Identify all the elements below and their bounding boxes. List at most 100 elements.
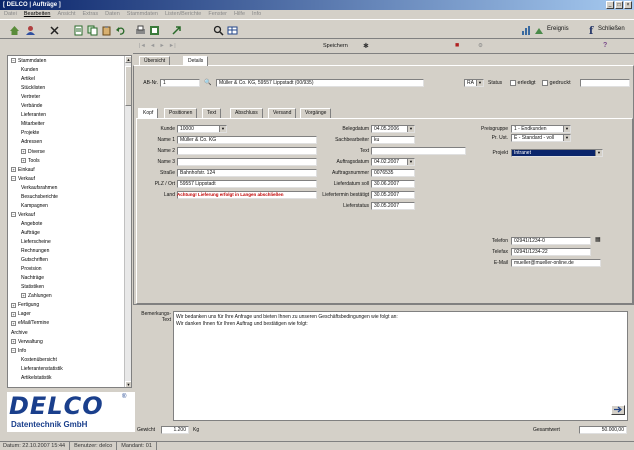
sidebar-item[interactable]: Lieferscheine [21,239,51,245]
sidebar-scrollbar[interactable]: ▲ ▼ [124,56,131,387]
menu-item[interactable]: Ansicht [57,10,75,19]
minimize-button[interactable]: _ [606,1,614,9]
sidebar-item[interactable]: + Zahlungen [21,293,52,299]
tools-icon[interactable]: ⚙ [478,43,483,49]
order-4-field[interactable]: 0076535 [371,169,415,177]
save-label[interactable]: Speichern [323,43,348,49]
sidebar-item[interactable]: + Fertigung [11,302,39,308]
tab-form[interactable]: Text [202,108,222,118]
customer-summary-field[interactable]: Müller & Co. KG, 59557 Lippstadt (00/935… [216,79,424,87]
menu-item[interactable]: Listen/Berichte [165,10,201,19]
order-6-field[interactable]: 30.05.2007 [371,191,415,199]
order-1-field[interactable]: ku [371,136,415,144]
erledigt-box[interactable] [510,79,516,86]
tab-details[interactable]: Details [183,56,209,66]
prev-record-icon[interactable]: ◄ [150,43,155,49]
weight-field[interactable]: 1.200 [161,426,189,434]
lookup-icon[interactable]: 🔍 [204,79,211,86]
sidebar-item[interactable]: + Diverse [21,149,45,155]
last-record-icon[interactable]: ►| [169,43,176,49]
sidebar-item[interactable]: + Lager [11,311,31,317]
gedruckt-checkbox[interactable]: gedruckt [542,79,571,87]
address-0-field[interactable]: 10000 ▼ [177,125,227,133]
preview-icon[interactable] [148,24,160,36]
sidebar-item[interactable]: − Verkauf [11,212,35,218]
pricing-0-field[interactable]: 1 - Endkunden ▼ [511,125,571,133]
paste-icon[interactable] [100,24,112,36]
collapse-icon[interactable]: − [11,347,16,353]
sidebar-item[interactable]: Provision [21,266,42,272]
contact-0-field[interactable]: 02941/1234-0 [511,237,591,245]
copy-icon[interactable] [86,24,98,36]
sidebar-item[interactable]: − Info [11,348,26,354]
close-button[interactable]: × [624,1,632,9]
home-icon[interactable] [8,24,20,36]
pricing-2-field[interactable]: Intranet ▼ [511,149,603,157]
sidebar-item[interactable]: + Einkauf [11,167,35,173]
sidebar-item[interactable]: Verkaufsrahmen [21,185,57,191]
sidebar-item[interactable]: Aufträge [21,230,40,236]
scroll-thumb[interactable] [125,66,131,106]
sidebar-item[interactable]: Lieferantenstatistik [21,366,63,372]
expand-icon[interactable]: + [11,302,16,308]
chevron-down-icon[interactable]: ▼ [407,159,414,165]
order-2-field[interactable] [371,147,466,155]
sidebar-item[interactable]: Kostenübersicht [21,357,57,363]
chevron-down-icon[interactable]: ▼ [476,80,483,86]
sidebar-item[interactable]: Stücklisten [21,85,45,91]
menu-item[interactable]: Datei [4,10,17,19]
chevron-down-icon[interactable]: ▼ [563,135,570,141]
erledigt-checkbox[interactable]: erledigt [510,79,536,87]
sidebar-item[interactable]: Rechnungen [21,248,49,254]
sidebar-item[interactable]: Kampagnen [21,203,48,209]
sidebar-item[interactable]: Kunden [21,67,38,73]
contact-2-field[interactable]: mueller@mueller-online.de [511,259,601,267]
sidebar-item[interactable]: Vertreter [21,94,40,100]
sidebar-item[interactable]: Verbände [21,103,42,109]
contact-1-field[interactable]: 02941/1234-22 [511,248,591,256]
menu-item[interactable]: Fenster [208,10,227,19]
sidebar-item[interactable]: Nachträge [21,275,44,281]
help-question-icon[interactable]: ? [603,42,607,49]
menu-item[interactable]: Stammdaten [127,10,158,19]
scroll-down-icon[interactable]: ▼ [125,381,131,387]
collapse-icon[interactable]: − [11,58,16,64]
sidebar-item[interactable]: Gutschriften [21,257,48,263]
next-arrow-button[interactable] [611,405,625,415]
order-0-field[interactable]: 04.05.2006 ▼ [371,125,415,133]
document-icon[interactable] [72,24,84,36]
expand-icon[interactable]: + [11,338,16,344]
expand-icon[interactable]: + [11,320,16,326]
address-3-field[interactable] [177,158,317,166]
maximize-button[interactable]: □ [615,1,623,9]
delete-icon[interactable]: ■ [455,42,459,49]
next-record-icon[interactable]: ► [159,43,164,49]
address-4-field[interactable]: Bahnhofstr. 124 [177,169,317,177]
sidebar-item[interactable]: Besuchsberichte [21,194,58,200]
menu-item[interactable]: Hilfe [234,10,245,19]
sidebar-item[interactable]: Mitarbeiter [21,121,45,127]
cut-icon[interactable] [48,24,60,36]
print-icon[interactable] [134,24,146,36]
sidebar-item[interactable]: − Verkauf [11,176,35,182]
notes-textarea[interactable]: Wir bedanken uns für Ihre Anfrage und bi… [173,311,628,421]
sidebar-item[interactable]: Statistiken [21,284,44,290]
chevron-down-icon[interactable]: ▼ [219,126,226,132]
chevron-down-icon[interactable]: ▼ [563,126,570,132]
expand-icon[interactable]: + [11,311,16,317]
gedruckt-box[interactable] [542,79,548,86]
sidebar-item[interactable]: + Tools [21,158,40,164]
expand-icon[interactable]: + [21,157,26,163]
user-icon[interactable] [24,24,36,36]
pin-icon[interactable]: ✱ [363,42,369,50]
expand-icon[interactable]: + [21,293,26,299]
sidebar-item[interactable]: − Stammdaten [11,58,46,64]
chart-icon[interactable] [520,24,532,36]
tab-form[interactable]: Positionen [164,108,198,118]
status-field[interactable]: RA ▼ [464,79,484,87]
close-label[interactable]: Schließen [598,26,625,32]
event-label[interactable]: Ereignis [547,26,569,32]
address-2-field[interactable] [177,147,317,155]
sidebar-item[interactable]: + eMail/Termine [11,320,49,326]
menu-item[interactable]: Extras [83,10,99,19]
